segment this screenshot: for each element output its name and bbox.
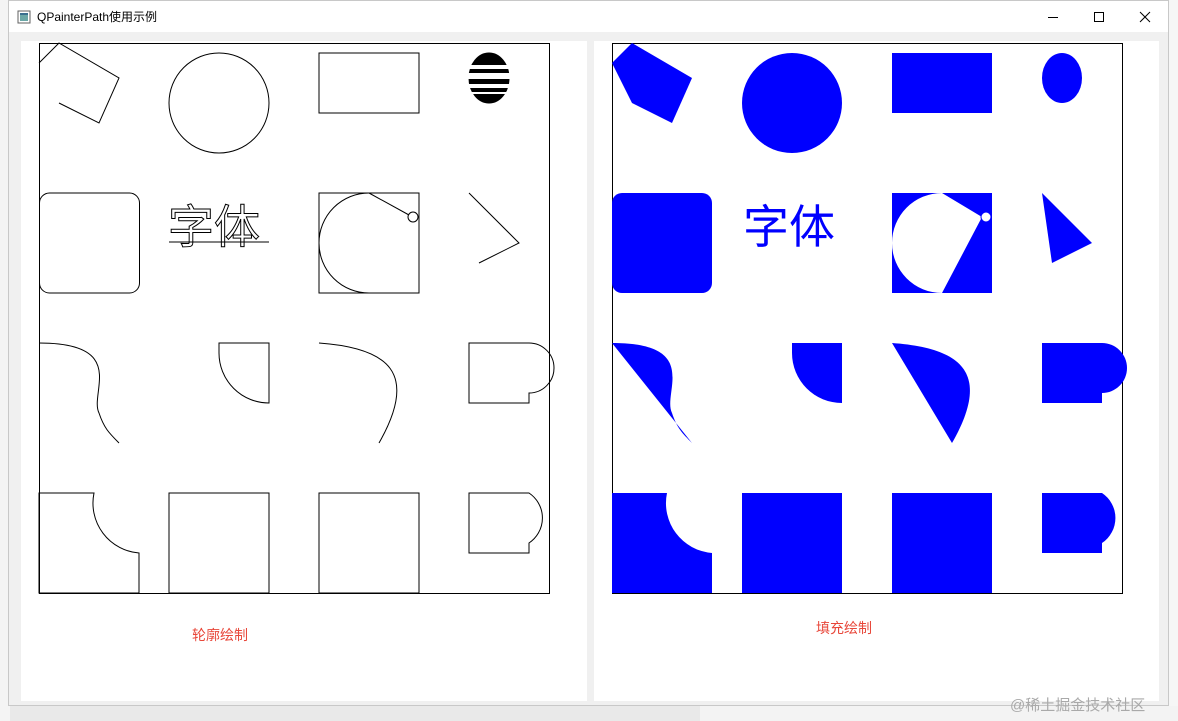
- filled-canvas: 字体: [612, 43, 1127, 594]
- outline-arc: [318, 192, 370, 294]
- minimize-button[interactable]: [1030, 1, 1076, 32]
- outline-rounded-rect: [39, 192, 140, 294]
- watermark: @稀土掘金技术社区: [1010, 697, 1146, 714]
- outline-curve-1: [38, 342, 120, 444]
- outline-circle: [168, 52, 270, 154]
- outline-chevron: [468, 192, 520, 264]
- filled-square-1: [742, 493, 842, 593]
- outline-panel: 字体 轮廓绘制: [21, 41, 587, 701]
- app-icon: [17, 10, 31, 23]
- filled-curve-2: [892, 343, 970, 443]
- filled-notched-rect: [612, 493, 712, 593]
- filled-tab-shape-2: [1042, 493, 1116, 553]
- outline-canvas: 字体: [38, 42, 555, 594]
- outline-striped-ellipse: [467, 52, 511, 104]
- close-icon: [1139, 11, 1151, 22]
- maximize-icon: [1094, 11, 1104, 22]
- filled-tab-shape: [1042, 343, 1127, 403]
- filled-quarter: [792, 343, 842, 403]
- outline-arc-box: [318, 192, 420, 294]
- filled-ellipse: [1042, 53, 1082, 103]
- filled-curve-1: [612, 343, 692, 443]
- outline-text-path: 字体: [168, 200, 260, 254]
- filled-square-2: [892, 493, 992, 593]
- filled-rounded-rect: [612, 193, 712, 293]
- canvas-border: [39, 43, 550, 594]
- filled-arc-handle: [980, 211, 992, 223]
- filled-arc-box: [892, 193, 992, 293]
- filled-caption: 填充绘制: [816, 620, 872, 636]
- outline-arc-radius: [368, 192, 410, 216]
- minimize-icon: [1048, 16, 1058, 18]
- outline-square-2: [318, 492, 420, 594]
- filled-triangle: [1042, 193, 1092, 263]
- outline-square-1: [168, 492, 270, 594]
- outline-arc-handle: [407, 211, 419, 223]
- outline-caption: 轮廓绘制: [192, 627, 248, 643]
- filled-polygon: [612, 43, 692, 123]
- outline-polygon: [38, 42, 120, 124]
- outline-quarter: [218, 342, 270, 404]
- outline-notched-rect: [38, 492, 140, 594]
- filled-rect: [892, 53, 992, 113]
- close-button[interactable]: [1122, 1, 1168, 32]
- outline-tab-shape: [468, 342, 555, 404]
- filled-circle: [742, 53, 842, 153]
- maximize-button[interactable]: [1076, 1, 1122, 32]
- outline-tab-shape-2: [468, 492, 543, 554]
- title-bar[interactable]: QPainterPath使用示例: [9, 1, 1168, 32]
- window-title: QPainterPath使用示例: [37, 10, 158, 24]
- outline-curve-2: [318, 342, 398, 444]
- background-editor-right: [1168, 0, 1178, 721]
- outline-rect: [318, 52, 420, 114]
- filled-text-path: 字体: [743, 200, 835, 254]
- filled-panel: 字体 填充绘制: [594, 41, 1159, 701]
- window-controls: [1030, 1, 1168, 32]
- app-window: QPainterPath使用示例 字体 轮廓绘制 字体 填充绘制: [8, 0, 1169, 706]
